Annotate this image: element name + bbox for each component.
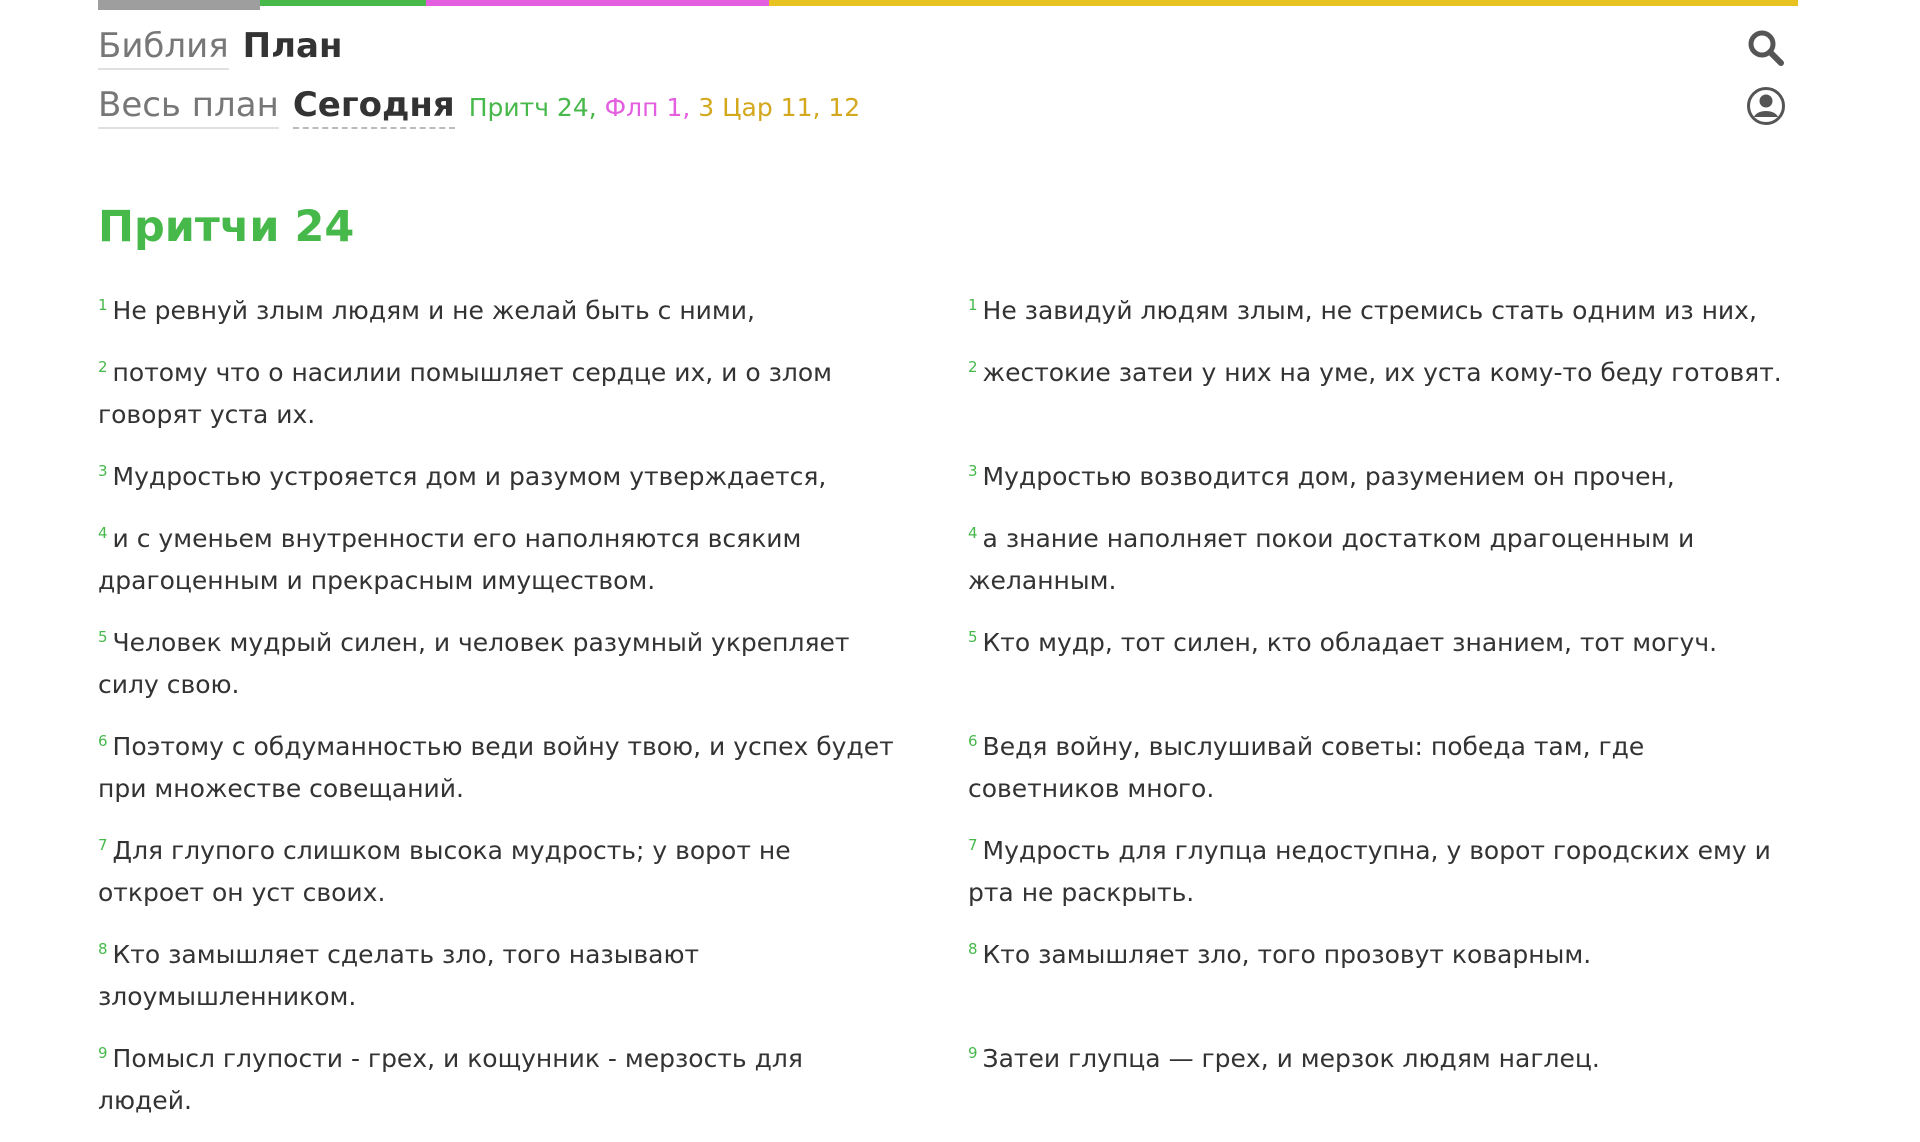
chapter-title: Притчи 24 [98,202,355,252]
verse-text: Человек мудрый силен, и человек разумный… [98,628,850,699]
plan-nav: Весь план Сегодня Притч 24, Флп 1, 3 Цар… [98,85,860,129]
verse-text: Мудростью устрояется дом и разумом утвер… [112,462,827,491]
verse-right-translation: 4а знание наполняет покои достатком драг… [968,518,1798,602]
verse-text: Не ревнуй злым людям и не желай быть с н… [112,296,755,325]
verse-number: 7 [968,835,978,854]
verse-right-translation: 6 Ведя войну, выслушивай советы: победа т… [968,726,1798,810]
reading-link-2[interactable]: Флп 1, [605,93,691,122]
verse-left-translation: 9 Помысл глупости - грех, и кощунник - ме… [98,1038,898,1122]
verse-left-translation: 1 Не ревнуй злым людям и не желай быть с … [98,290,898,332]
verse-left-translation: 6 Поэтому с обдуманностью веди войну твою… [98,726,898,810]
verse-left-translation: 8 Кто замышляет сделать зло, того называю… [98,934,898,1018]
progress-segment-kings [769,0,1798,6]
verse-right-translation: 5 Кто мудр, тот силен, кто обладает знани… [968,622,1798,706]
verse-row: 7 Для глупого слишком высока мудрость; у … [98,830,1798,914]
verse-right-translation: 2 жестокие затеи у них на уме, их уста ко… [968,352,1798,436]
verse-text: жестокие затеи у них на уме, их уста ком… [982,358,1782,387]
verse-text: Мудрость для глупца недоступна, у ворот … [968,836,1771,907]
whole-plan-link[interactable]: Весь план [98,85,279,129]
verse-row: 8 Кто замышляет сделать зло, того называю… [98,934,1798,1018]
verse-text: Затеи глупца — грех, и мерзок людям нагл… [982,1044,1600,1073]
verse-number: 1 [968,295,978,314]
verse-text: Кто замышляет зло, того прозовут коварны… [982,940,1592,969]
reading-link-1[interactable]: Притч 24, [469,93,597,122]
verse-text: Кто мудр, тот силен, кто обладает знание… [982,628,1718,657]
verse-number: 6 [968,731,978,750]
today-selector[interactable]: Сегодня [292,85,455,129]
account-button[interactable] [1744,84,1788,128]
progress-segment-philippians [426,0,769,6]
verse-number: 4 [968,523,978,542]
verse-row: 3 Мудростью устрояется дом и разумом утве… [98,456,1798,498]
verse-left-translation: 3 Мудростью устрояется дом и разумом утве… [98,456,898,498]
verse-row: 2 потому что о насилии помышляет сердце и… [98,352,1798,436]
verse-number: 9 [98,1043,108,1062]
verse-number: 3 [968,461,978,480]
main-nav: Библия План [98,26,356,70]
verse-number: 9 [968,1043,978,1062]
verse-number: 8 [968,939,978,958]
verse-number: 1 [98,295,108,314]
verse-number: 8 [98,939,108,958]
verse-right-translation: 7 Мудрость для глупца недоступна, у ворот… [968,830,1798,914]
verse-number: 4 [98,523,108,542]
verse-left-translation: 2 потому что о насилии помышляет сердце и… [98,352,898,436]
today-readings: Притч 24, Флп 1, 3 Цар 11, 12 [469,93,860,122]
verse-number: 3 [98,461,108,480]
reading-progress-bar [98,0,1798,10]
verse-row: 4и с уменьем внутренности его наполняютс… [98,518,1798,602]
verse-text: Помысл глупости - грех, и кощунник - мер… [98,1044,803,1115]
verse-number: 5 [968,627,978,646]
verse-number: 5 [98,627,108,646]
verse-text: Не завидуй людям злым, не стремись стать… [982,296,1757,325]
verse-left-translation: 5 Человек мудрый силен, и человек разумны… [98,622,898,706]
verse-text: Мудростью возводится дом, разумением он … [982,462,1675,491]
search-button[interactable] [1744,26,1788,70]
verse-text: и с уменьем внутренности его наполняются… [98,524,802,595]
verse-number: 2 [98,357,108,376]
verse-right-translation: 1 Не завидуй людям злым, не стремись стат… [968,290,1798,332]
verse-row: 6 Поэтому с обдуманностью веди войну твою… [98,726,1798,810]
verse-number: 2 [968,357,978,376]
verse-row: 5 Человек мудрый силен, и человек разумны… [98,622,1798,706]
progress-segment-proverbs [260,0,426,6]
verse-left-translation: 7 Для глупого слишком высока мудрость; у … [98,830,898,914]
verse-row: 9 Помысл глупости - грех, и кощунник - ме… [98,1038,1798,1122]
verse-left-translation: 4и с уменьем внутренности его наполняютс… [98,518,898,602]
parallel-translations: 1 Не ревнуй злым людям и не желай быть с … [98,290,1798,1142]
plan-current: План [242,26,343,66]
verse-right-translation: 8 Кто замышляет зло, того прозовут коварн… [968,934,1798,1018]
bible-link[interactable]: Библия [98,26,229,70]
verse-number: 7 [98,835,108,854]
search-icon [1748,30,1784,66]
verse-text: Поэтому с обдуманностью веди войну твою,… [98,732,894,803]
reading-link-3[interactable]: 3 Цар 11, 12 [698,93,860,122]
verse-right-translation: 9 Затеи глупца — грех, и мерзок людям наг… [968,1038,1798,1122]
verse-text: Ведя войну, выслушивай советы: победа та… [968,732,1645,803]
verse-text: Для глупого слишком высока мудрость; у в… [98,836,791,907]
verse-text: Кто замышляет сделать зло, того называют… [98,940,700,1011]
verse-right-translation: 3 Мудростью возводится дом, разумением он… [968,456,1798,498]
verse-row: 1 Не ревнуй злым людям и не желай быть с … [98,290,1798,332]
progress-segment-done [98,0,260,10]
user-circle-icon [1747,87,1785,125]
verse-text: потому что о насилии помышляет сердце их… [98,358,832,429]
verse-number: 6 [98,731,108,750]
verse-text: а знание наполняет покои достатком драго… [968,524,1695,595]
